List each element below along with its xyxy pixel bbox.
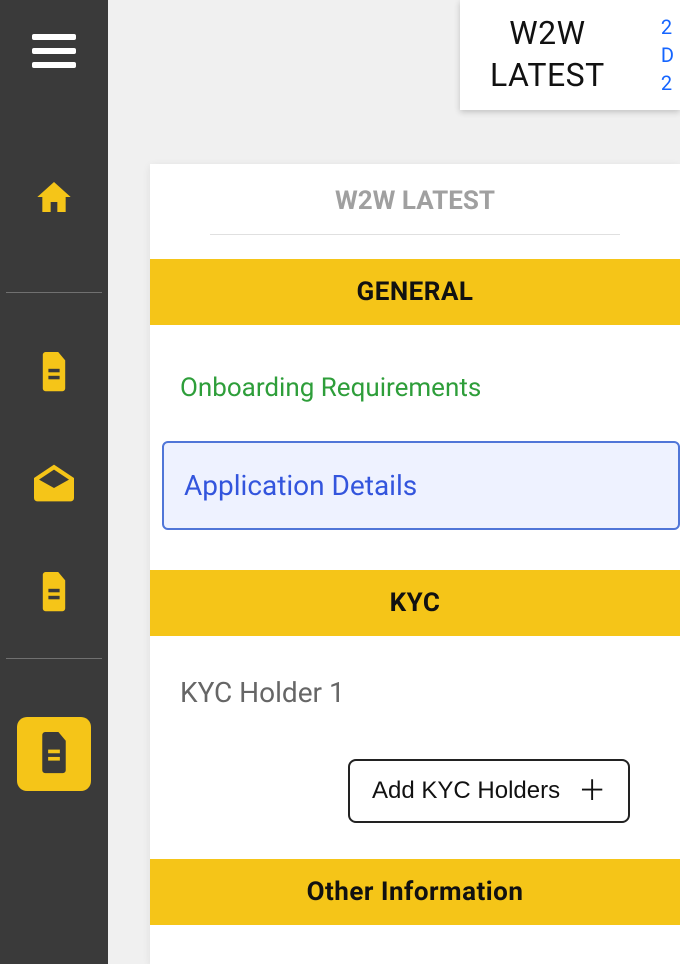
document-alt-icon[interactable] bbox=[29, 568, 79, 618]
document-icon[interactable] bbox=[29, 348, 79, 398]
panel-heading: W2W LATEST bbox=[150, 164, 680, 234]
mail-open-icon[interactable] bbox=[29, 458, 79, 508]
main-panel: W2W LATEST GENERAL Onboarding Requiremen… bbox=[150, 164, 680, 964]
panel-rule bbox=[210, 234, 620, 235]
top-card-title-line2: LATEST bbox=[490, 55, 605, 97]
active-document-icon[interactable] bbox=[17, 717, 91, 791]
add-kyc-holders-label: Add KYC Holders bbox=[372, 777, 560, 805]
general-content: Onboarding Requirements Application Deta… bbox=[150, 325, 680, 570]
top-summary-card: W2W LATEST 2 D 2 bbox=[460, 0, 680, 110]
hamburger-menu-icon[interactable] bbox=[32, 34, 76, 72]
top-card-date-fragment: 2 D 2 bbox=[661, 13, 674, 97]
date-frag-2: D bbox=[661, 41, 674, 69]
kyc-holder-label: KYC Holder 1 bbox=[180, 676, 650, 709]
kyc-content: KYC Holder 1 Add KYC Holders ＋ bbox=[150, 636, 680, 859]
home-icon[interactable] bbox=[29, 172, 79, 222]
sidebar-divider bbox=[6, 292, 102, 293]
sidebar-divider-2 bbox=[6, 658, 102, 659]
section-kyc[interactable]: KYC bbox=[150, 570, 680, 636]
onboarding-requirements-label: Onboarding Requirements bbox=[180, 373, 680, 403]
application-details-row[interactable]: Application Details bbox=[162, 441, 680, 530]
section-other-information[interactable]: Other Information bbox=[150, 859, 680, 925]
sidebar bbox=[0, 0, 108, 964]
date-frag-1: 2 bbox=[661, 13, 674, 41]
add-kyc-holders-button[interactable]: Add KYC Holders ＋ bbox=[348, 759, 630, 823]
top-card-title-line1: W2W bbox=[490, 13, 605, 55]
top-card-title: W2W LATEST bbox=[490, 13, 605, 96]
section-general[interactable]: GENERAL bbox=[150, 259, 680, 325]
plus-icon: ＋ bbox=[578, 777, 606, 805]
date-frag-3: 2 bbox=[661, 69, 674, 97]
